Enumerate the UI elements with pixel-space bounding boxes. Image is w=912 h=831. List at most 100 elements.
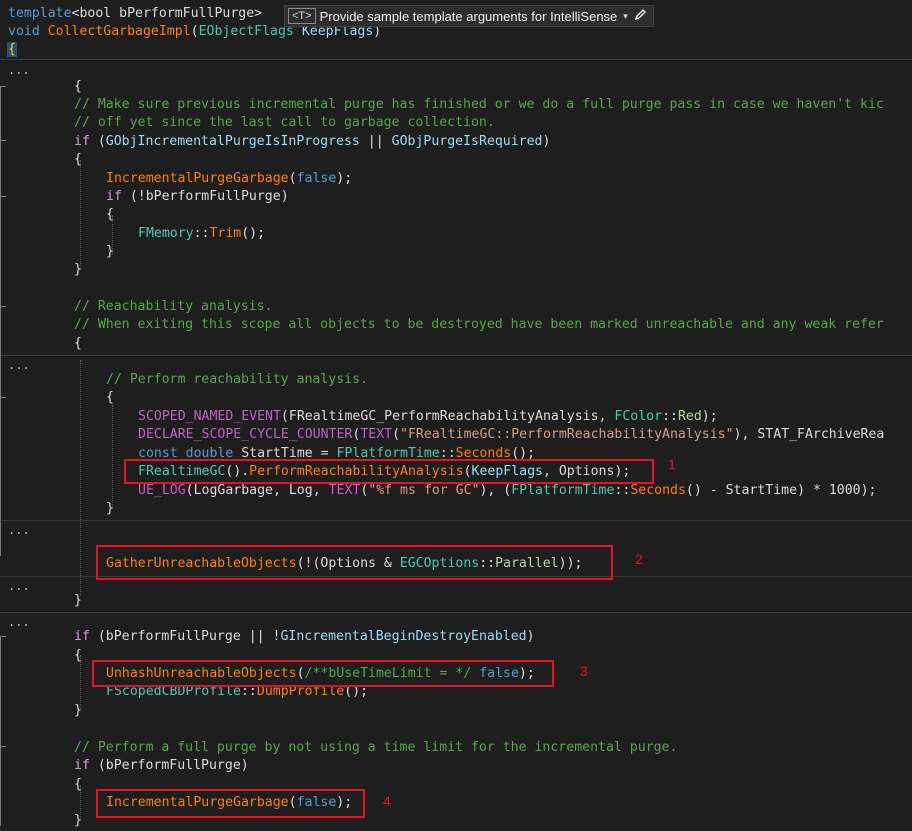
enum-value: Red	[677, 409, 702, 424]
code-line[interactable]: }	[74, 261, 82, 279]
type-name: FPlatformTime	[511, 483, 615, 498]
keyword: void	[8, 24, 40, 39]
punct: (	[392, 427, 401, 442]
parameter: bPerformFullPurge	[145, 189, 281, 204]
code-line[interactable]: DECLARE_SCOPE_CYCLE_COUNTER(TEXT("FRealt…	[138, 426, 884, 444]
type-name: FColor	[614, 409, 663, 424]
keyword: false	[296, 171, 337, 186]
punct: (	[89, 134, 106, 149]
fold-line	[0, 86, 1, 556]
code-line[interactable]: // When exiting this scope all objects t…	[74, 316, 884, 334]
keyword: template	[8, 6, 72, 21]
function-call: IncrementalPurgeGarbage	[106, 171, 289, 186]
intellisense-template-hint[interactable]: <T> Provide sample template arguments fo…	[284, 5, 654, 27]
code-line[interactable]: {	[74, 647, 82, 665]
code-line[interactable]: if (bPerformFullPurge || !GIncrementalBe…	[74, 628, 535, 646]
highlight-box-2	[96, 545, 613, 580]
punct: )	[240, 758, 249, 773]
code-line[interactable]: UE_LOG(LogGarbage, Log, TEXT("%f ms for …	[138, 482, 876, 500]
code-line[interactable]: FMemory::Trim();	[138, 225, 265, 243]
code-line[interactable]: if (GObjIncrementalPurgeIsInProgress || …	[74, 133, 550, 151]
code-line[interactable]: }	[74, 592, 82, 610]
code-line[interactable]: {	[74, 78, 82, 96]
brace: }	[74, 813, 82, 828]
type-name: FMemory	[138, 226, 194, 241]
code-line[interactable]: {	[74, 776, 82, 794]
code-line[interactable]: SCOPED_NAMED_EVENT(FRealtimeGC_PerformRe…	[138, 408, 718, 426]
comment: // Make sure previous incremental purge …	[74, 97, 884, 112]
punct: );	[701, 409, 718, 424]
keyword: if	[106, 189, 122, 204]
code-line[interactable]: }	[74, 702, 82, 720]
punct: (	[89, 758, 106, 773]
indent-guide	[112, 405, 113, 509]
parameter: bPerformFullPurge	[105, 629, 241, 644]
punct: (	[288, 171, 297, 186]
macro: TEXT	[360, 427, 393, 442]
pencil-icon[interactable]	[634, 8, 647, 24]
brace: }	[74, 262, 82, 277]
highlight-number-1: 1	[668, 456, 676, 472]
variable: GIncrementalBeginDestroyEnabled	[280, 629, 527, 644]
brace: }	[106, 501, 114, 516]
punct: );	[336, 171, 353, 186]
punct: )	[526, 629, 535, 644]
keyword: if	[74, 134, 90, 149]
code-line[interactable]: {	[106, 389, 114, 407]
brace: }	[74, 593, 82, 608]
operator: ::	[662, 409, 678, 424]
string: "FRealtimeGC::PerformReachabilityAnalysi…	[400, 427, 734, 442]
collapsed-region-marker[interactable]: ...	[8, 524, 30, 536]
fold-marker	[0, 196, 6, 197]
code-line[interactable]: // Perform reachability analysis.	[106, 371, 368, 389]
code-line[interactable]: // Reachability analysis.	[74, 298, 273, 316]
fold-marker	[0, 397, 6, 398]
hint-text[interactable]: Provide sample template arguments for In…	[320, 9, 618, 24]
indent-guide	[80, 160, 81, 270]
collapsed-region-marker[interactable]: ...	[8, 64, 30, 76]
code-line[interactable]: if (!bPerformFullPurge)	[106, 188, 289, 206]
code-line[interactable]: }	[74, 812, 82, 830]
identifier: (LogGarbage,	[185, 483, 289, 498]
code-line[interactable]: {	[74, 335, 82, 353]
code-line[interactable]: // off yet since the last call to garbag…	[74, 114, 495, 132]
chevron-down-icon[interactable]: ▾	[623, 11, 628, 22]
highlight-box-3	[92, 660, 554, 687]
code-line[interactable]: {	[74, 151, 82, 169]
code-line[interactable]: if (bPerformFullPurge)	[74, 757, 249, 775]
fold-marker	[0, 636, 6, 637]
comment: // When exiting this scope all objects t…	[74, 317, 884, 332]
variable: GObjIncrementalPurgeIsInProgress	[105, 134, 360, 149]
code-line[interactable]: // Perform a full purge by not using a t…	[74, 739, 677, 757]
identifier: ), STAT_FArchiveRea	[733, 427, 885, 442]
punct: ), (	[479, 483, 512, 498]
punct: ();	[241, 226, 266, 241]
macro: UE_LOG	[138, 483, 186, 498]
operator: ||	[359, 134, 392, 149]
punct: (	[190, 24, 199, 39]
code-editor[interactable]: ... ... ... ... ... template<bool bPerfo…	[0, 0, 912, 831]
collapsed-region-marker[interactable]: ...	[8, 580, 30, 592]
parameter: bPerformFullPurge	[105, 758, 241, 773]
macro: SCOPED_NAMED_EVENT	[138, 409, 281, 424]
fold-marker	[0, 140, 6, 141]
keyword: if	[74, 629, 90, 644]
macro: DECLARE_SCOPE_CYCLE_COUNTER	[138, 427, 353, 442]
collapsed-region-marker[interactable]: ...	[8, 359, 30, 371]
code-line[interactable]: }	[106, 500, 114, 518]
fold-line	[0, 636, 1, 826]
code-line[interactable]: IncrementalPurgeGarbage(false);	[106, 170, 352, 188]
brace: {	[106, 207, 114, 222]
operator: ::	[193, 226, 210, 241]
code-line[interactable]: // Make sure previous incremental purge …	[74, 96, 884, 114]
function-call: Trim	[209, 226, 242, 241]
code-line[interactable]: {	[7, 41, 17, 59]
code-line[interactable]: }	[106, 243, 114, 261]
punct: (	[280, 409, 289, 424]
collapsed-region-marker[interactable]: ...	[8, 616, 30, 628]
brace: {	[74, 777, 82, 792]
code-line[interactable]: {	[106, 206, 114, 224]
code-line[interactable]: template<bool bPerformFullPurge>	[8, 5, 262, 23]
punct: ,	[312, 483, 329, 498]
operator: || !	[240, 629, 281, 644]
